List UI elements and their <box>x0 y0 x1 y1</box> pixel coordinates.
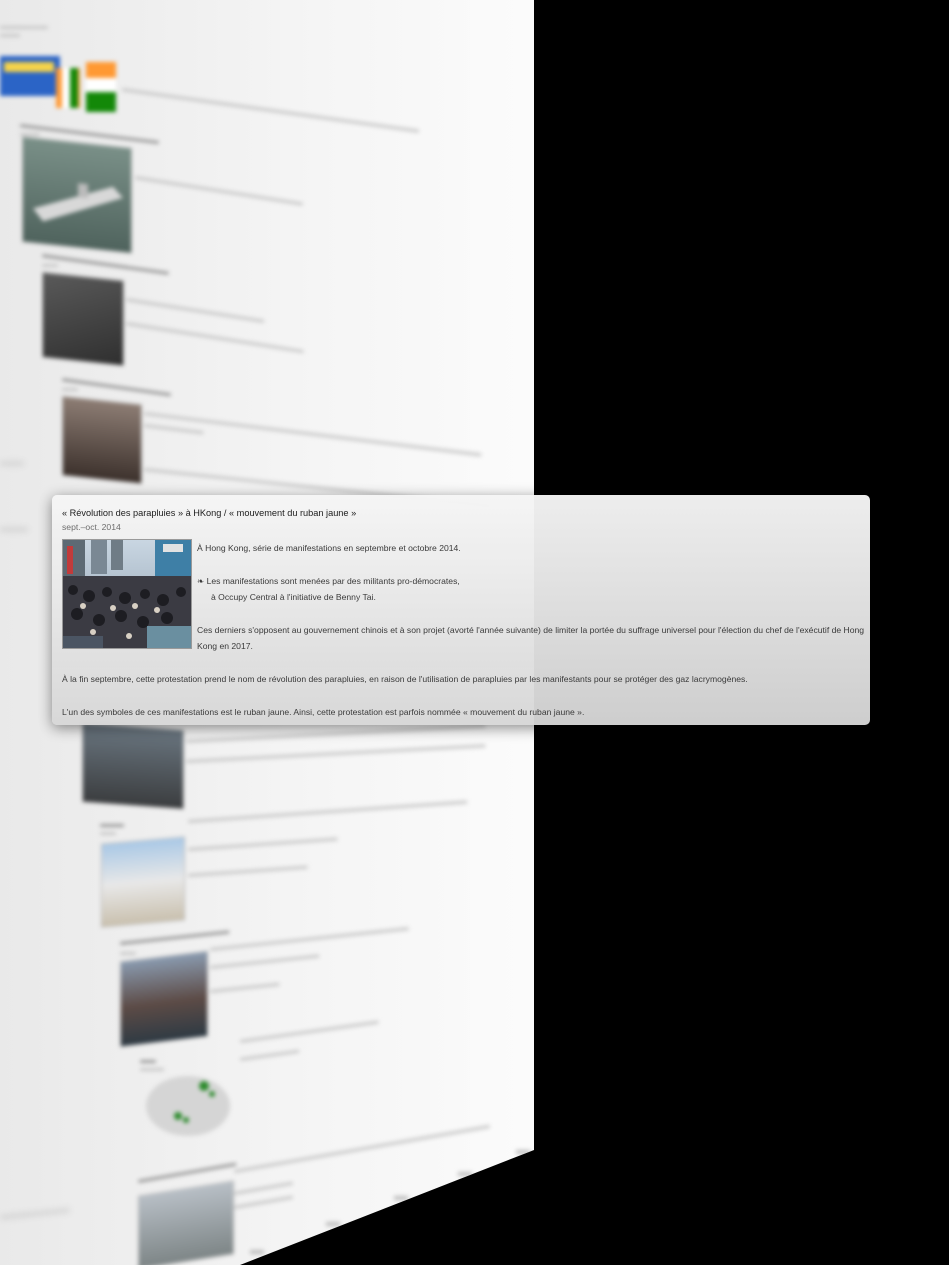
ship-dock-thumbnail <box>120 950 208 1048</box>
card-paragraph-1: À Hong Kong, série de manifestations en … <box>197 543 461 553</box>
card-paragraph-3-line-2: Kong en 2017. <box>197 641 253 651</box>
beach-thumbnail <box>101 836 185 928</box>
flags-thumbnail <box>0 46 118 118</box>
card-date: sept.–oct. 2014 <box>62 522 121 532</box>
card-paragraph-5: L'un des symboles de ces manifestations … <box>62 707 585 717</box>
card-paragraph-2-line-1: ❧ Les manifestations sont menées par des… <box>197 576 460 586</box>
world-map-thumbnail <box>142 1068 234 1140</box>
card-paragraph-4: À la fin septembre, cette protestation p… <box>62 674 748 684</box>
crowd-thumbnail <box>42 271 124 367</box>
event-detail-card[interactable]: « Révolution des parapluies » à HKong / … <box>52 495 870 725</box>
coast-thumbnail <box>138 1180 234 1265</box>
card-paragraph-3-line-1: Ces derniers s'opposent au gouvernement … <box>197 625 865 635</box>
protest-thumbnail <box>62 395 142 485</box>
city-aerial-thumbnail <box>82 722 184 810</box>
carrier-thumbnail <box>22 136 132 254</box>
crowd-umbrellas-photo <box>62 539 192 649</box>
card-paragraph-2-line-2: à Occupy Central à l'initiative de Benny… <box>211 592 376 602</box>
